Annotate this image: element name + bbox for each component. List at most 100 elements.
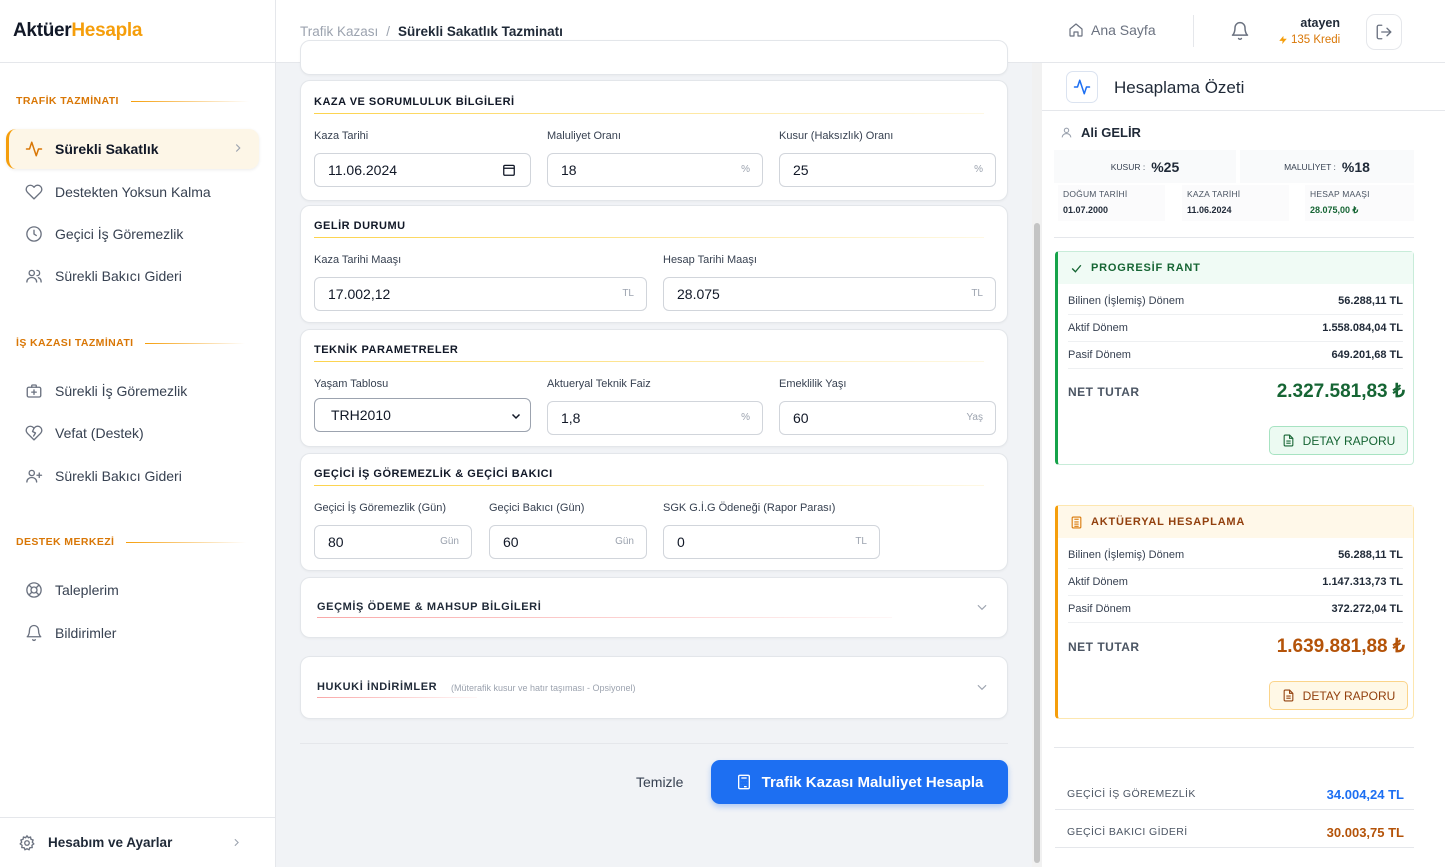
result-row: Aktif Dönem 1.558.084,04 TL	[1068, 315, 1403, 342]
scrollbar-thumb[interactable]	[1034, 223, 1040, 863]
retirement-age-label: Emeklilik Yaşı	[779, 378, 847, 390]
result-row: Pasif Dönem 649.201,68 TL	[1068, 342, 1403, 369]
card-header: PROGRESİF RANT	[1058, 252, 1413, 284]
calculation-salary-label: Hesap Tarihi Maaşı	[663, 254, 757, 266]
birth-date-meta: DOĞUM TARİHİ 01.07.2000	[1058, 185, 1165, 221]
past-payments-section[interactable]: GEÇMİŞ ÖDEME & MAHSUP BİLGİLERİ	[300, 577, 1008, 638]
legal-deductions-section[interactable]: HUKUKİ İNDİRİMLER (Müterafik kusur ve hat…	[300, 656, 1008, 719]
logout-button[interactable]	[1366, 14, 1402, 50]
accident-section: KAZA VE SORUMLULUK BİLGİLERİ Kaza Tarihi…	[300, 80, 1008, 201]
fault-stat: KUSUR : %25	[1054, 150, 1236, 183]
section-title: GELİR DURUMU	[314, 220, 984, 238]
lifebuoy-icon	[26, 582, 42, 598]
sidebar-item-label: Sürekli İş Göremezlik	[55, 383, 188, 399]
home-link[interactable]: Ana Sayfa	[1068, 22, 1156, 38]
result-row: Bilinen (İşlemiş) Dönem 56.288,11 TL	[1068, 288, 1403, 315]
calculate-button-label: Trafik Kazası Maluliyet Hesapla	[761, 773, 984, 791]
detail-report-button[interactable]: DETAY RAPORU	[1269, 426, 1408, 455]
sidebar-item-permanent-work-incapacity[interactable]: Sürekli İş Göremezlik	[6, 371, 259, 411]
header-divider	[1193, 15, 1194, 47]
breadcrumb-current: Sürekli Sakatlık Tazminatı	[398, 24, 563, 39]
net-amount: NET TUTAR 2.327.581,83 ₺	[1068, 381, 1405, 402]
username: atayen	[1300, 16, 1340, 30]
calculator-icon	[737, 774, 750, 790]
document-icon	[1283, 689, 1294, 702]
user-icon	[1061, 127, 1072, 138]
temp-incapacity-total: GEÇİCİ İŞ GÖREMEZLİK 34.004,24 TL	[1055, 779, 1414, 810]
disability-rate-input[interactable]: 18%	[547, 153, 763, 187]
main-scrollbar[interactable]	[1032, 63, 1042, 867]
sidebar-item-caregiver-expense[interactable]: Sürekli Bakıcı Gideri	[6, 256, 259, 296]
chevron-right-icon	[235, 144, 241, 152]
summary-title: Hesaplama Özeti	[1114, 78, 1245, 97]
lightning-icon	[1279, 35, 1287, 45]
life-table-label: Yaşam Tablosu	[314, 378, 389, 390]
net-amount: NET TUTAR 1.639.881,88 ₺	[1068, 636, 1405, 657]
sidebar-item-work-caregiver-expense[interactable]: Sürekli Bakıcı Gideri	[6, 456, 259, 496]
calculate-button[interactable]: Trafik Kazası Maluliyet Hesapla	[711, 760, 1008, 804]
credit-badge: 135 Kredi	[1278, 34, 1340, 46]
sgk-allowance-label: SGK G.İ.G Ödeneği (Rapor Parası)	[663, 502, 836, 514]
calculator-icon	[1071, 516, 1082, 528]
section-note: (Müterafik kusur ve hatır taşıması - Ops…	[451, 683, 636, 693]
disability-stat: MALULİYET : %18	[1240, 150, 1414, 183]
brand-logo-part1: Aktüer	[13, 20, 72, 41]
calculation-salary-input[interactable]: 28.075 TL	[663, 277, 996, 311]
form-divider	[300, 743, 1008, 744]
actuarial-calc-card: AKTÜERYAL HESAPLAMA Bilinen (İşlemiş) Dö…	[1055, 505, 1414, 719]
logout-icon	[1376, 24, 1392, 40]
temp-incapacity-days-input[interactable]: 80 Gün	[314, 525, 472, 559]
check-icon	[1071, 264, 1082, 273]
retirement-age-input[interactable]: 60 Yaş	[779, 401, 996, 435]
sidebar-item-notifications[interactable]: Bildirimler	[6, 613, 259, 653]
sidebar-item-loss-of-support[interactable]: Destekten Yoksun Kalma	[6, 172, 259, 212]
sidebar-item-death-support[interactable]: Vefat (Destek)	[6, 413, 259, 453]
calc-salary-meta: HESAP MAAŞI 28.075,00 ₺	[1305, 185, 1414, 221]
technical-params-section: TEKNİK PARAMETRELER Yaşam Tablosu TRH201…	[300, 329, 1008, 447]
sgk-allowance-input[interactable]: 0 TL	[663, 525, 880, 559]
heart-icon	[25, 184, 43, 200]
summary-icon-box	[1066, 71, 1098, 103]
card-header: AKTÜERYAL HESAPLAMA	[1058, 506, 1413, 538]
calendar-icon[interactable]	[502, 163, 516, 177]
temporary-incapacity-section: GEÇİCİ İŞ GÖREMEZLİK & GEÇİCİ BAKICI Geç…	[300, 453, 1008, 571]
clock-icon	[26, 226, 42, 242]
users-icon	[26, 269, 42, 283]
detail-report-button[interactable]: DETAY RAPORU	[1269, 681, 1408, 710]
section-title: HUKUKİ İNDİRİMLER (Müterafik kusur ve hat…	[317, 681, 636, 698]
chevron-down-icon	[511, 413, 521, 420]
home-icon	[1069, 23, 1083, 37]
sidebar-item-requests[interactable]: Taleplerim	[6, 570, 259, 610]
section-title: GEÇMİŞ ÖDEME & MAHSUP BİLGİLERİ	[317, 601, 892, 618]
clear-button[interactable]: Temizle	[636, 774, 683, 790]
sidebar-item-label: Sürekli Bakıcı Gideri	[55, 468, 182, 484]
section-title-support: DESTEK MERKEZİ	[16, 536, 247, 548]
briefcase-medical-icon	[26, 384, 42, 398]
section-title-traffic: TRAFİK TAZMİNATI	[16, 95, 249, 107]
progressive-rent-card: PROGRESİF RANT Bilinen (İşlemiş) Dönem 56…	[1055, 251, 1414, 465]
section-title-work-accident: İŞ KAZASI TAZMİNATI	[16, 337, 246, 349]
sidebar-item-temporary-incapacity[interactable]: Geçici İş Göremezlik	[6, 214, 259, 254]
account-settings-link[interactable]: Hesabım ve Ayarlar	[0, 817, 275, 867]
accident-date-input[interactable]: 11.06.2024	[314, 153, 531, 187]
technical-rate-label: Aktueryal Teknik Faiz	[547, 378, 651, 390]
user-plus-icon	[26, 469, 43, 483]
income-section: GELİR DURUMU Kaza Tarihi Maaşı 17.002,12…	[300, 205, 1008, 323]
notification-bell-icon[interactable]	[1230, 21, 1250, 41]
temp-incapacity-days-label: Geçici İş Göremezlik (Gün)	[314, 502, 447, 514]
heart-crack-icon	[25, 425, 43, 441]
sidebar-item-permanent-disability[interactable]: Sürekli Sakatlık	[6, 129, 259, 169]
fault-rate-input[interactable]: 25%	[779, 153, 996, 187]
brand-logo[interactable]: Aktüer Hesapla	[0, 0, 275, 63]
result-row: Aktif Dönem 1.147.313,73 TL	[1068, 569, 1403, 596]
sidebar-item-label: Taleplerim	[55, 582, 119, 598]
summary-header: Hesaplama Özeti	[1042, 63, 1445, 111]
accident-date-label: Kaza Tarihi	[314, 130, 369, 142]
breadcrumb-item-traffic[interactable]: Trafik Kazası	[300, 24, 378, 39]
life-table-select[interactable]: TRH2010	[314, 398, 531, 432]
accident-salary-input[interactable]: 17.002,12 TL	[314, 277, 647, 311]
technical-rate-input[interactable]: 1,8%	[547, 401, 763, 435]
panel-divider	[1054, 747, 1414, 748]
temp-caregiver-days-input[interactable]: 60 Gün	[489, 525, 647, 559]
person-name: Ali GELİR	[1060, 125, 1141, 140]
